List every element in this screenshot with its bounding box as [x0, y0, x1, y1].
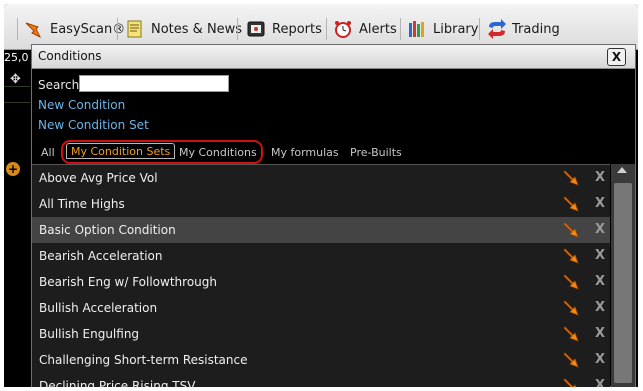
condition-row-label: Challenging Short-term Resistance [39, 353, 248, 367]
condition-row[interactable]: Bearish Eng w/ Followthrough X [32, 269, 610, 295]
delete-icon[interactable]: X [595, 326, 605, 341]
alarm-clock-icon [333, 19, 353, 39]
run-scan-icon[interactable] [563, 170, 579, 186]
toolbar-alerts-label: Alerts [359, 21, 397, 37]
price-axis-value: 25,0 [4, 51, 29, 64]
notes-icon [125, 19, 145, 39]
toolbar-alerts-button[interactable]: Alerts [333, 18, 397, 40]
run-scan-icon[interactable] [563, 248, 579, 264]
library-icon [407, 19, 427, 39]
toolbar-notes-news-button[interactable]: Notes & News [125, 18, 242, 40]
condition-row[interactable]: Bullish Engulfing X [32, 321, 610, 347]
conditions-dialog: Conditions X Search New Condition New Co… [31, 44, 636, 387]
scrollbar-thumb[interactable] [614, 183, 632, 383]
toolbar-easyscan-label: EasyScan® [50, 21, 126, 37]
toolbar-reports-label: Reports [272, 21, 322, 37]
condition-row[interactable]: Declining Price Rising TSV X [32, 373, 610, 387]
toolbar-reports-button[interactable]: Reports [246, 18, 322, 40]
delete-icon[interactable]: X [595, 352, 605, 367]
run-scan-icon[interactable] [563, 300, 579, 316]
tab-my-formulas[interactable]: My formulas [271, 146, 339, 159]
tab-pre-builts[interactable]: Pre-Builts [350, 146, 402, 159]
add-indicator-icon[interactable]: + [6, 162, 20, 176]
condition-row-label: Basic Option Condition [39, 223, 176, 237]
search-input[interactable] [79, 75, 229, 92]
condition-row-label: Bearish Acceleration [39, 249, 163, 263]
run-scan-icon[interactable] [563, 222, 579, 238]
run-scan-icon[interactable] [563, 326, 579, 342]
chart-grid-line [4, 102, 30, 103]
delete-icon[interactable]: X [595, 170, 605, 185]
run-scan-icon[interactable] [563, 378, 579, 387]
delete-icon[interactable]: X [595, 274, 605, 289]
toolbar-separator [117, 18, 118, 40]
condition-row-label: Declining Price Rising TSV [39, 379, 196, 387]
new-condition-set-link[interactable]: New Condition Set [38, 118, 149, 132]
delete-icon[interactable]: X [595, 222, 605, 237]
condition-row-label: Above Avg Price Vol [39, 171, 158, 185]
dialog-title: Conditions [38, 49, 102, 63]
toolbar-separator [237, 18, 238, 40]
condition-row[interactable]: All Time Highs X [32, 191, 610, 217]
condition-row[interactable]: Above Avg Price Vol X [32, 165, 610, 191]
easyscan-icon [24, 19, 44, 39]
toolbar-easyscan-button[interactable]: EasyScan® [24, 18, 125, 40]
close-button[interactable]: X [607, 48, 626, 66]
run-scan-icon[interactable] [563, 196, 579, 212]
condition-row[interactable]: Bullish Acceleration X [32, 295, 610, 321]
toolbar-separator [17, 18, 18, 40]
condition-row[interactable]: Challenging Short-term Resistance X [32, 347, 610, 373]
run-scan-icon[interactable] [563, 352, 579, 368]
move-icon[interactable]: ✥ [10, 72, 21, 87]
toolbar-notes-news-label: Notes & News [151, 21, 243, 37]
condition-row-label: Bullish Engulfing [39, 327, 140, 341]
chart-grid-line [4, 86, 30, 87]
dialog-title-bar[interactable]: Conditions X [32, 45, 635, 69]
app-window: EasyScan® Notes & News Reports Alerts Li… [4, 4, 638, 387]
toolbar-library-button[interactable]: Library [407, 18, 478, 40]
condition-row-label: Bullish Acceleration [39, 301, 158, 315]
toolbar-separator [326, 18, 327, 40]
delete-icon[interactable]: X [595, 248, 605, 263]
condition-row[interactable]: Basic Option Condition X [32, 217, 610, 243]
condition-row[interactable]: Bearish Acceleration X [32, 243, 610, 269]
condition-row-label: Bearish Eng w/ Followthrough [39, 275, 217, 289]
condition-row-label: All Time Highs [39, 197, 125, 211]
trading-arrows-icon [486, 19, 506, 39]
new-condition-link[interactable]: New Condition [38, 98, 125, 112]
reports-icon [246, 19, 266, 39]
scroll-up-arrow-icon[interactable] [617, 167, 627, 173]
toolbar-separator [400, 18, 401, 40]
tab-all[interactable]: All [41, 146, 55, 159]
run-scan-icon[interactable] [563, 274, 579, 290]
list-scrollbar[interactable] [611, 164, 635, 387]
toolbar-trading-label: Trading [512, 21, 560, 37]
annotation-highlight-ring [61, 140, 263, 164]
search-label: Search [38, 78, 80, 92]
delete-icon[interactable]: X [595, 378, 605, 387]
toolbar-separator [479, 18, 480, 40]
condition-list: Above Avg Price Vol X All Time Highs X Basic… [32, 164, 610, 387]
toolbar-trading-button[interactable]: Trading [486, 18, 560, 40]
background-chart-panel: 25,0 ✥ + [4, 50, 30, 387]
delete-icon[interactable]: X [595, 196, 605, 211]
toolbar-library-label: Library [433, 21, 479, 37]
delete-icon[interactable]: X [595, 300, 605, 315]
